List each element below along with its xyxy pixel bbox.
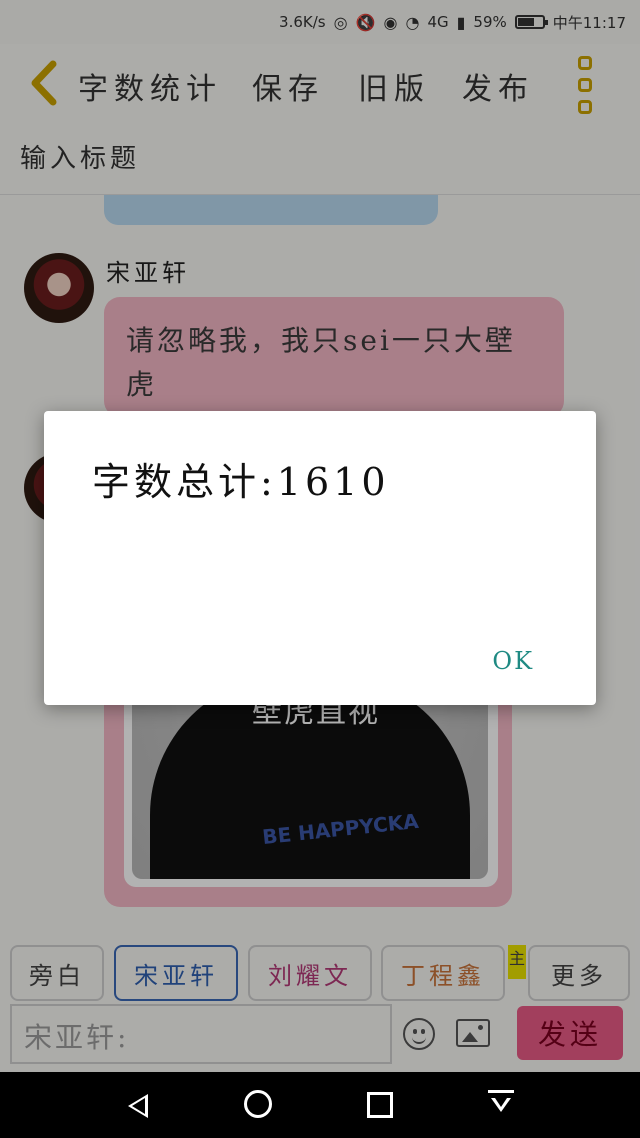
dialog-ok-button[interactable]: OK bbox=[492, 647, 534, 675]
nav-recents-icon[interactable] bbox=[367, 1092, 393, 1118]
nav-notification-shade-icon[interactable] bbox=[488, 1090, 514, 1120]
dialog-message: 字数总计:1610 bbox=[92, 460, 390, 504]
word-count-dialog: 字数总计:1610 OK bbox=[44, 411, 596, 705]
system-navigation-bar bbox=[0, 1072, 640, 1138]
nav-home-icon[interactable] bbox=[244, 1090, 272, 1118]
